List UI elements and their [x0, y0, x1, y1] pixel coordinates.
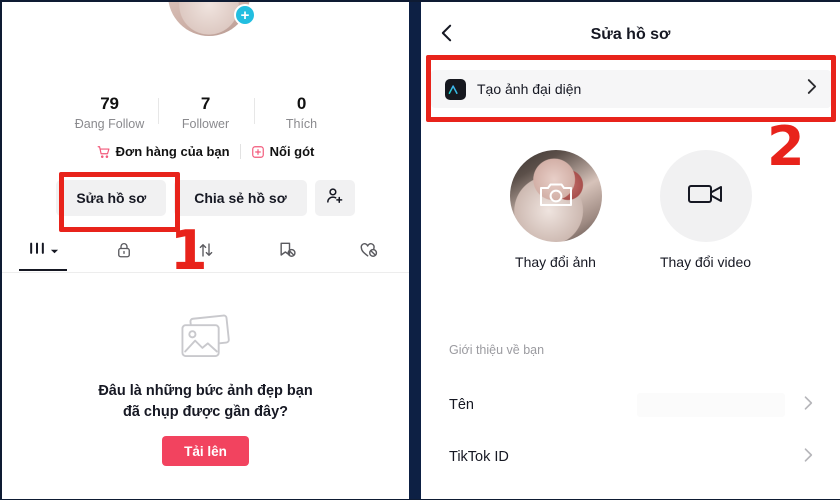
panel-divider [409, 2, 421, 499]
change-video-option[interactable]: Thay đổi video [659, 150, 752, 270]
photos-placeholder-icon [177, 312, 235, 367]
annotation-number-1: 1 [170, 219, 208, 282]
stat-label: Đang Follow [74, 117, 145, 131]
edit-profile-screen: Sửa hồ sơ Tạo ảnh đại diện Thay đổi ảnh … [421, 2, 840, 499]
follow-back-link[interactable]: Nối gót [251, 144, 315, 159]
screenshot-root: + 79 Đang Follow 7 Follower 0 Thích Đơn … [0, 0, 840, 500]
tiktok-profile-screen: + 79 Đang Follow 7 Follower 0 Thích Đơn … [2, 2, 409, 499]
upload-button[interactable]: Tải lên [162, 436, 249, 467]
list-item-label: TikTok ID [449, 449, 509, 465]
profile-meta-row: Đơn hàng của bạn Nối gót [2, 144, 409, 159]
list-item-label: Tên [449, 397, 474, 413]
name-value-field [637, 393, 785, 417]
profile-avatar[interactable]: + [168, 2, 256, 36]
annotation-box-2 [426, 55, 836, 122]
active-tab-underline [18, 269, 67, 271]
orders-label: Đơn hàng của bạn [115, 144, 230, 159]
back-button[interactable] [433, 22, 459, 48]
sidebar-item-grid[interactable] [2, 232, 83, 272]
sidebar-item-private[interactable] [83, 232, 164, 272]
add-person-icon [325, 186, 344, 210]
lock-icon [115, 240, 133, 265]
meta-divider [239, 144, 241, 159]
empty-title-line2: đã chụp được gần đây? [122, 404, 289, 421]
change-photo-option[interactable]: Thay đổi ảnh [509, 150, 602, 270]
stat-value: 79 [100, 94, 119, 113]
stat-followers[interactable]: 7 Follower [157, 94, 254, 131]
stat-following[interactable]: 79 Đang Follow [62, 94, 158, 131]
list-item-name[interactable]: Tên [431, 385, 831, 425]
annotation-number-2: 2 [767, 115, 805, 178]
video-thumb-placeholder[interactable] [659, 150, 752, 242]
current-photo-thumb[interactable] [509, 150, 602, 242]
stat-label: Thích [285, 117, 318, 131]
orders-link[interactable]: Đơn hàng của bạn [97, 144, 230, 159]
follow-back-label: Nối gót [269, 144, 315, 159]
annotation-box-1 [59, 172, 180, 232]
stat-likes[interactable]: 0 Thích [253, 94, 350, 131]
plus-icon[interactable]: + [234, 4, 256, 26]
empty-photos-state: Đâu là những bức ảnh đẹp bạn đã chụp đượ… [2, 312, 409, 467]
change-video-label: Thay đổi video [659, 254, 752, 270]
add-friend-button[interactable] [314, 180, 355, 216]
camera-icon [539, 180, 573, 213]
edit-profile-header: Sửa hồ sơ [421, 14, 840, 56]
add-badge-icon [251, 145, 265, 159]
share-profile-button[interactable]: Chia sẻ hồ sơ [174, 180, 307, 216]
list-item-tiktok-id[interactable]: TikTok ID [431, 437, 831, 477]
stat-label: Follower [181, 117, 230, 131]
empty-state-title: Đâu là những bức ảnh đẹp bạn đã chụp đượ… [98, 381, 312, 423]
stat-value: 0 [296, 94, 307, 113]
bookmark-off-icon [277, 240, 297, 265]
video-camera-icon [687, 181, 725, 212]
chevron-right-icon [803, 447, 813, 468]
chevron-left-icon [438, 22, 455, 49]
page-title: Sửa hồ sơ [590, 26, 671, 43]
cart-icon [97, 145, 111, 159]
sidebar-item-liked[interactable] [328, 232, 409, 272]
about-you-section-label: Giới thiệu về bạn [449, 343, 545, 357]
grid-dropdown-icon [27, 241, 47, 263]
chevron-down-icon [50, 243, 59, 261]
heart-off-icon [358, 240, 379, 265]
chevron-right-icon [803, 395, 813, 416]
empty-title-line1: Đâu là những bức ảnh đẹp bạn [98, 383, 313, 399]
profile-stats: 79 Đang Follow 7 Follower 0 Thích [2, 94, 409, 131]
stat-value: 7 [200, 94, 211, 113]
sidebar-item-saved[interactable] [246, 232, 327, 272]
change-photo-label: Thay đổi ảnh [515, 254, 596, 270]
